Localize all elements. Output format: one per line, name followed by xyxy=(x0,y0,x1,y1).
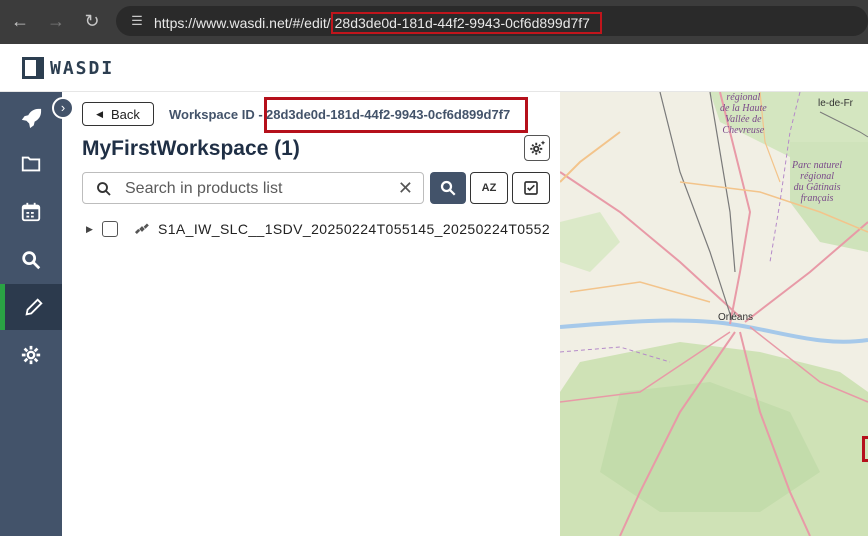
url-text: https://www.wasdi.net/#/edit/28d3de0d-18… xyxy=(154,12,602,34)
page-title: MyFirstWorkspace (1) xyxy=(82,137,300,160)
sidebar-item-search[interactable] xyxy=(0,237,62,283)
close-icon[interactable]: ✕ xyxy=(398,178,413,199)
folder-icon xyxy=(21,156,41,172)
workspace-settings-button[interactable] xyxy=(524,135,550,161)
product-list-item[interactable]: ▶ S1A_IW_SLC__1SDV_20250224T055145_20250… xyxy=(86,218,550,240)
product-search-field[interactable]: ✕ xyxy=(82,172,424,204)
sidebar xyxy=(0,92,62,536)
arrow-left-icon[interactable]: ← xyxy=(8,9,32,33)
map-highlight-marker xyxy=(862,436,868,462)
sort-alpha-icon: AZ xyxy=(481,182,497,194)
map-label-region-2-text: Parc naturel régional du Gâtinais frança… xyxy=(792,160,843,204)
caret-left-icon: ◀ xyxy=(96,108,103,119)
checkbox-checked-icon xyxy=(524,181,538,195)
workspace-panel: ◀ Back Workspace ID - 28d3de0d-181d-44f2… xyxy=(62,92,560,536)
wasdi-logo[interactable]: WASDI xyxy=(22,57,114,79)
reload-icon[interactable]: ↻ xyxy=(80,9,104,33)
sidebar-item-edit[interactable] xyxy=(0,284,62,330)
sidebar-item-settings[interactable] xyxy=(0,332,62,378)
caret-right-icon[interactable]: ▶ xyxy=(86,224,96,235)
url-id-highlight: 28d3de0d-181d-44f2-9943-0cf6d899d7f7 xyxy=(330,12,602,34)
back-label: Back xyxy=(111,106,140,122)
product-checkbox[interactable] xyxy=(102,221,118,237)
site-settings-icon[interactable]: ☰ xyxy=(128,12,146,30)
address-bar[interactable]: ☰ https://www.wasdi.net/#/edit/28d3de0d-… xyxy=(116,6,868,36)
select-all-button[interactable] xyxy=(512,172,550,204)
url-prefix: https://www.wasdi.net/#/edit/ xyxy=(154,15,331,31)
sidebar-item-plan[interactable] xyxy=(0,189,62,235)
map-tiles xyxy=(560,92,868,536)
map-label-region-1-text: régional de la Haute Vallée de Chevreuse xyxy=(720,92,767,136)
search-input[interactable] xyxy=(125,177,385,201)
search-button[interactable] xyxy=(430,172,466,204)
satellite-icon xyxy=(134,223,149,235)
search-icon xyxy=(22,251,41,270)
arrow-right-icon[interactable]: → xyxy=(44,9,68,33)
logo-text: WASDI xyxy=(50,57,115,79)
search-icon xyxy=(97,182,111,196)
sidebar-expand-button[interactable]: › xyxy=(52,97,74,119)
app-header: WASDI xyxy=(0,44,868,92)
gear-icon xyxy=(21,345,41,365)
workspace-id-value: 28d3de0d-181d-44f2-9943-0cf6d899d7f7 xyxy=(266,107,511,122)
logo-mark-icon xyxy=(22,57,44,79)
search-icon xyxy=(440,180,456,196)
sort-alpha-button[interactable]: AZ xyxy=(470,172,508,204)
workspace-id-label: Workspace ID - xyxy=(169,107,263,122)
map-view[interactable]: régional de la Haute Vallée de Chevreuse… xyxy=(560,92,868,536)
back-button[interactable]: ◀ Back xyxy=(82,102,154,126)
map-label-region-2: Parc naturel régional du Gâtinais frança… xyxy=(792,160,842,204)
map-label-region-1: régional de la Haute Vallée de Chevreuse xyxy=(720,92,767,136)
browser-toolbar: ← → ↻ ☰ https://www.wasdi.net/#/edit/28d… xyxy=(0,0,868,44)
gear-sparkle-icon xyxy=(530,140,546,155)
rocket-icon xyxy=(21,108,42,129)
product-name: S1A_IW_SLC__1SDV_20250224T055145_2025022… xyxy=(158,221,551,237)
sidebar-item-workspaces[interactable] xyxy=(0,141,62,187)
calendar-icon xyxy=(21,202,41,222)
map-city-orleans: Orléans xyxy=(718,312,754,323)
pencil-icon xyxy=(24,298,43,316)
map-city-idf: le-de-Fr xyxy=(818,98,854,109)
